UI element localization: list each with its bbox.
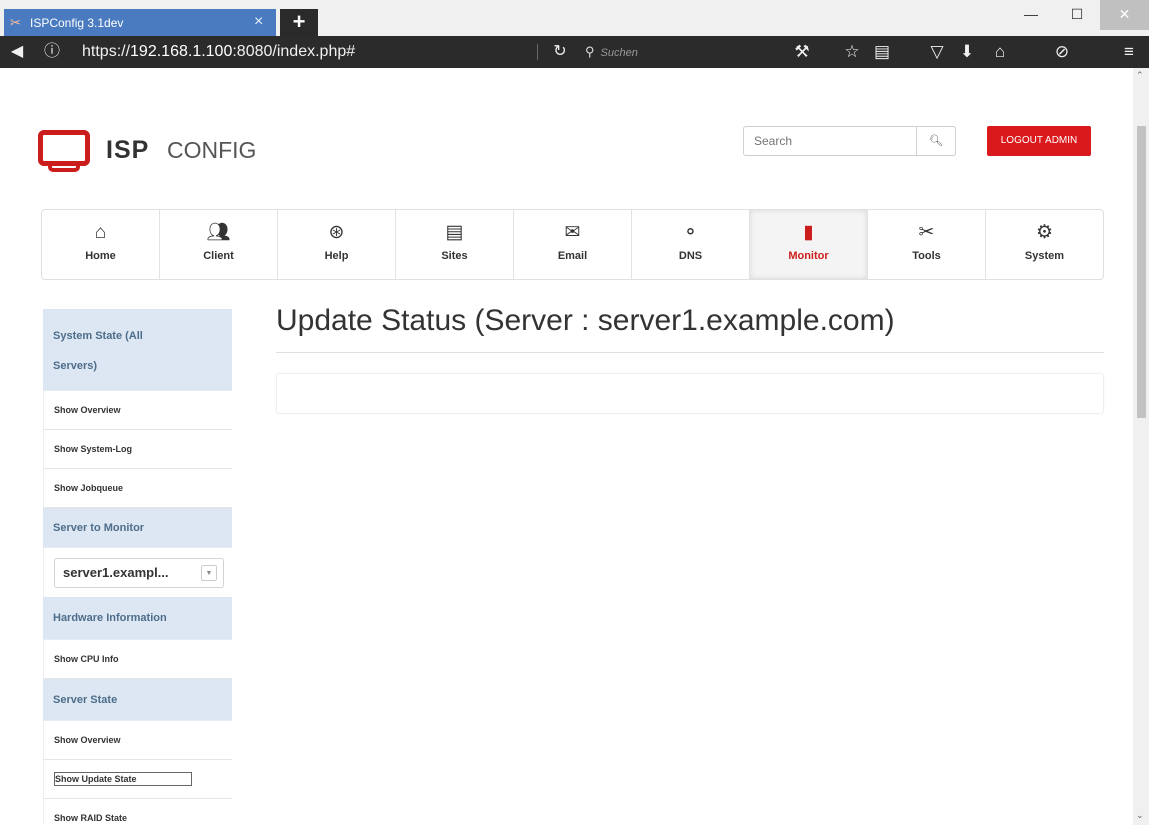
scroll-up-icon[interactable]: ⌃ — [1136, 70, 1144, 81]
page-scrollbar[interactable]: ⌃ ⌄ — [1133, 68, 1149, 825]
tools-icon: ✂ — [918, 222, 935, 243]
addon-icon[interactable]: ⊘ — [1050, 36, 1074, 68]
nav-label: System — [1024, 250, 1065, 262]
reader-icon[interactable]: ▤ — [870, 36, 894, 68]
nav-label: Sites — [441, 250, 468, 262]
help-icon: ⊛ — [328, 222, 345, 243]
nav-home[interactable]: ⌂ Home — [42, 210, 160, 279]
sidebar-section-system-state: System State (All Servers) — [43, 309, 232, 391]
client-icon: 👥︎ — [206, 222, 231, 243]
sidebar-item-show-raid-state[interactable]: Show RAID State — [43, 799, 232, 825]
tools-favicon-icon: ✂ — [10, 15, 21, 30]
logo-monitor-shape — [38, 130, 90, 166]
minimize-icon[interactable]: — — [1008, 0, 1054, 30]
logo-isp-text: ISP — [106, 136, 150, 164]
server-select[interactable]: server1.exampl... ▼ — [54, 558, 224, 588]
tab-title: ISPConfig 3.1dev — [30, 16, 124, 30]
system-icon: ⚙ — [1035, 222, 1054, 243]
scroll-down-icon[interactable]: ⌄ — [1136, 810, 1144, 821]
tab-close-icon[interactable]: × — [254, 13, 263, 31]
nav-dns[interactable]: ⚬ DNS — [632, 210, 750, 279]
title-divider — [276, 352, 1104, 353]
sidebar-item-label: Show Update State — [54, 772, 192, 786]
url-rest: :8080/index.php# — [232, 43, 356, 60]
dns-icon: ⚬ — [682, 222, 699, 243]
nav-label: Tools — [912, 250, 941, 262]
new-tab-button[interactable]: + — [280, 9, 318, 36]
nav-monitor[interactable]: ▮ Monitor — [750, 210, 868, 279]
bookmark-star-icon[interactable]: ☆ — [840, 36, 864, 68]
scrollbar-thumb[interactable] — [1137, 126, 1146, 418]
logout-button[interactable]: LOGOUT ADMIN — [987, 126, 1091, 156]
search-icon: ⚲ — [585, 44, 595, 59]
logo-config-text: CONFIG — [167, 137, 257, 163]
pocket-icon[interactable]: ▽ — [925, 36, 949, 68]
wrench-icon[interactable]: ⚒ — [790, 36, 814, 68]
nav-client[interactable]: 👥︎ Client — [160, 210, 278, 279]
sidebar-item-show-cpu-info[interactable]: Show CPU Info — [43, 640, 232, 679]
content-panel — [276, 373, 1104, 414]
sidebar-item-show-overview-2[interactable]: Show Overview — [43, 721, 232, 760]
logo-stand-shape — [48, 164, 80, 172]
server-select-value: server1.exampl... — [63, 565, 169, 580]
page-title: Update Status (Server : server1.example.… — [276, 304, 895, 337]
search-input[interactable] — [743, 126, 917, 156]
browser-search-field[interactable]: ⚲ Suchen — [585, 36, 638, 68]
sidebar-section-hardware-information: Hardware Information — [43, 597, 232, 640]
nav-tools[interactable]: ✂ Tools — [868, 210, 986, 279]
reload-icon[interactable]: ↻ — [548, 36, 572, 68]
search-icon[interactable]: 🔍︎ — [916, 126, 956, 156]
nav-sites[interactable]: ▤ Sites — [396, 210, 514, 279]
sidebar-item-show-update-state[interactable]: Show Update State — [43, 760, 232, 799]
sidebar-item-show-jobqueue[interactable]: Show Jobqueue — [43, 469, 232, 508]
sidebar-heading-line1: System State (All — [53, 330, 143, 342]
nav-label: Email — [557, 250, 588, 262]
sidebar-item-show-overview[interactable]: Show Overview — [43, 391, 232, 430]
nav-label: Monitor — [788, 250, 829, 262]
home-icon: ⌂ — [94, 222, 107, 243]
server-select-row: server1.exampl... ▼ — [43, 548, 232, 597]
site-info-icon[interactable]: ⓘ ⚠ — [34, 36, 70, 92]
browser-navbar: ◀ ⓘ ⚠ https://192.168.1.100:8080/index.p… — [0, 36, 1149, 92]
chevron-down-icon: ▼ — [201, 565, 217, 581]
download-icon[interactable]: ⬇ — [955, 36, 979, 68]
sidebar-section-server-to-monitor: Server to Monitor — [43, 508, 232, 548]
nav-system[interactable]: ⚙ System — [986, 210, 1103, 279]
sidebar: System State (All Servers) Show Overview… — [43, 309, 232, 825]
browser-tab[interactable]: ✂ ISPConfig 3.1dev × — [4, 9, 276, 36]
nav-label: Client — [203, 250, 234, 262]
browser-titlebar: ✂ ISPConfig 3.1dev × + — ☐ ✕ — [0, 0, 1149, 36]
url-prefix: https:// — [82, 43, 131, 60]
email-icon: ✉ — [564, 222, 581, 243]
nav-label: Help — [324, 250, 349, 262]
nav-email[interactable]: ✉ Email — [514, 210, 632, 279]
back-arrow-icon[interactable]: ◀ — [4, 36, 30, 68]
sidebar-heading-line2: Servers) — [53, 360, 98, 372]
sidebar-section-server-state: Server State — [43, 679, 232, 721]
address-separator — [537, 44, 538, 60]
menu-icon[interactable]: ≡ — [1117, 36, 1141, 68]
maximize-icon[interactable]: ☐ — [1054, 0, 1100, 30]
nav-label: Home — [85, 250, 116, 262]
nav-help[interactable]: ⊛ Help — [278, 210, 396, 279]
browser-search-placeholder: Suchen — [600, 47, 638, 59]
monitor-icon: ▮ — [803, 222, 814, 243]
sidebar-item-show-system-log[interactable]: Show System-Log — [43, 430, 232, 469]
home-browser-icon[interactable]: ⌂ — [988, 36, 1012, 68]
url-host: 192.168.1.100 — [130, 43, 233, 60]
main-navigation: ⌂ Home 👥︎ Client ⊛ Help ▤ Sites ✉ Email … — [41, 209, 1104, 280]
page-viewport: ISP CONFIG 🔍︎ LOGOUT ADMIN ⌂ Home 👥︎ Cli… — [0, 68, 1133, 825]
address-bar[interactable]: https://192.168.1.100:8080/index.php# — [82, 36, 355, 68]
sites-icon: ▤ — [445, 222, 464, 243]
nav-label: DNS — [678, 250, 703, 262]
close-window-icon[interactable]: ✕ — [1100, 0, 1149, 30]
